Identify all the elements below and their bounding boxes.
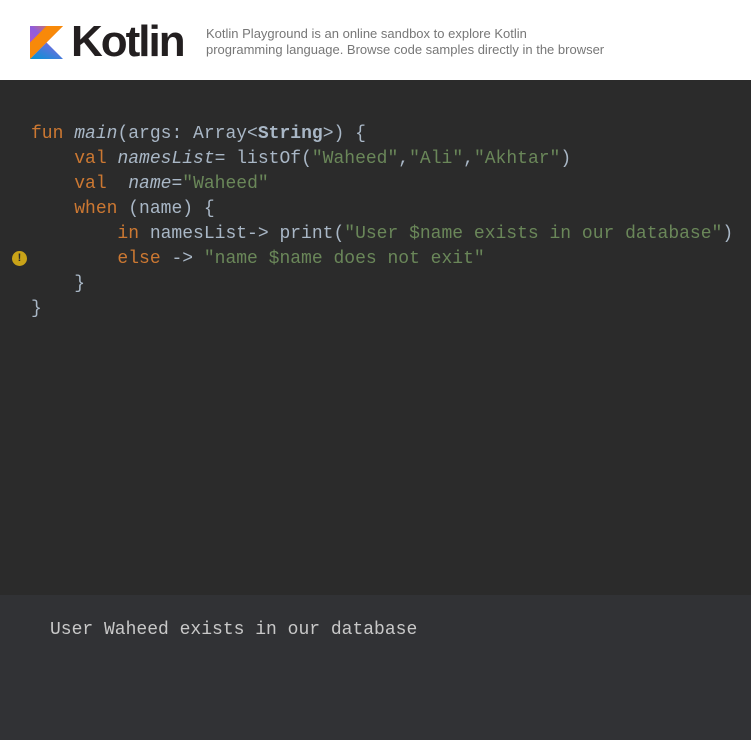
code-token: name (128, 174, 172, 194)
code-line[interactable]: val name="Waheed" (31, 172, 733, 197)
code-string: "Akhtar" (473, 149, 561, 169)
code-token: -> (171, 249, 204, 269)
code-string: "Waheed" (182, 174, 269, 194)
code-token: >) { (322, 124, 366, 144)
code-token: = (171, 174, 183, 194)
code-string: "Waheed" (311, 149, 399, 169)
code-token: ) (722, 224, 734, 244)
code-token: main (74, 124, 118, 144)
code-token: } (31, 299, 42, 319)
code-token: namesList (117, 149, 215, 169)
code-string: "User $name exists in our database" (344, 224, 723, 244)
code-line[interactable]: in namesList-> print("User $name exists … (31, 222, 733, 247)
code-token: String (257, 124, 323, 144)
code-keyword: val (74, 149, 118, 169)
kotlin-logo-icon (30, 25, 63, 59)
tagline-line: Kotlin Playground is an online sandbox t… (206, 26, 527, 41)
code-line[interactable]: val namesList= listOf("Waheed","Ali","Ak… (31, 147, 733, 172)
output-text: User Waheed exists in our database (50, 620, 418, 640)
code-string: "name $name does not exit" (203, 249, 485, 269)
code-content[interactable]: fun main(args: Array<String>) { val name… (31, 122, 733, 322)
code-token: ) (560, 149, 572, 169)
logo-text: Kotlin (71, 17, 186, 66)
kotlin-logo[interactable]: Kotlin (30, 17, 186, 66)
code-line[interactable]: fun main(args: Array<String>) { (31, 122, 733, 147)
code-token: = listOf( (214, 149, 312, 169)
tagline: Kotlin Playground is an online sandbox t… (206, 26, 686, 58)
code-token: (args: Array< (117, 124, 258, 144)
code-token: , (398, 149, 410, 169)
code-keyword: in (117, 224, 150, 244)
code-line[interactable]: else -> "name $name does not exit" (31, 247, 733, 272)
warning-icon[interactable]: ! (12, 251, 27, 266)
code-line[interactable]: } (31, 272, 733, 297)
code-keyword: val (74, 174, 129, 194)
code-line[interactable]: } (31, 297, 733, 322)
code-editor[interactable]: ! fun main(args: Array<String>) { val na… (0, 80, 751, 595)
code-token: namesList-> print( (149, 224, 345, 244)
tagline-line: programming language. Browse code sample… (206, 42, 605, 57)
code-keyword: fun (31, 124, 75, 144)
code-keyword: when (74, 199, 129, 219)
code-token: (name) { (128, 199, 215, 219)
code-token: , (463, 149, 474, 169)
header: Kotlin Kotlin Playground is an online sa… (0, 0, 751, 80)
code-token: } (31, 274, 86, 294)
output-panel: User Waheed exists in our database (0, 595, 751, 740)
code-line[interactable]: when (name) { (31, 197, 733, 222)
code-string: "Ali" (409, 149, 464, 169)
code-keyword: else (117, 249, 172, 269)
